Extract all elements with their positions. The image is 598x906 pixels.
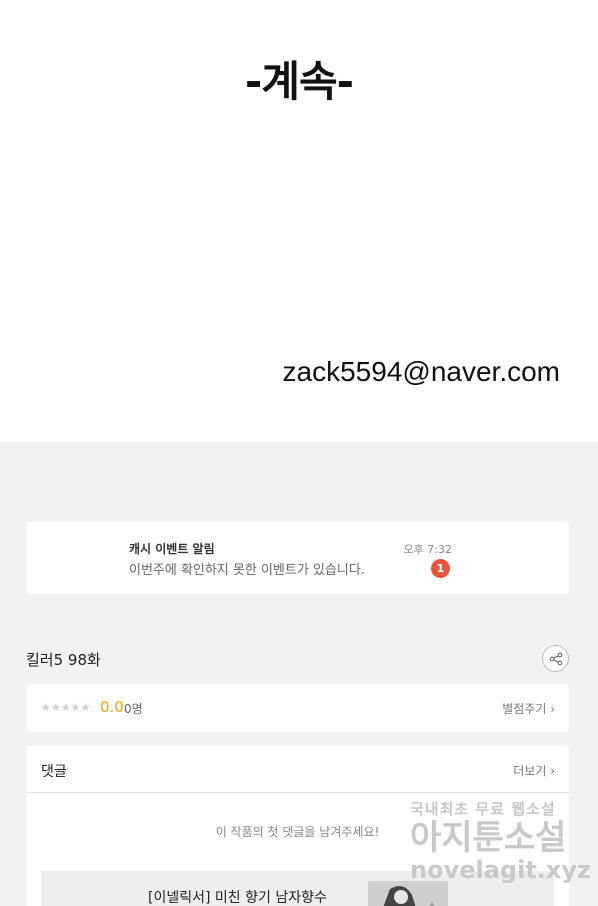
comments-more-link[interactable]: 더보기 ›: [513, 762, 555, 779]
notice-body: 이번주에 확인하지 못한 이벤트가 있습니다.: [129, 563, 365, 578]
watermark-line2: 아지툰소설: [410, 818, 567, 858]
ad-thumbnail-image: [368, 881, 448, 906]
rater-count: 0명: [124, 702, 143, 716]
watermark-line1: 국내최초 무료 웹소설: [410, 800, 556, 818]
rating-score: 0.0: [100, 698, 124, 716]
notice-title: 캐시 이벤트 알림: [129, 542, 215, 556]
notice-card[interactable]: 캐시 이벤트 알림 이번주에 확인하지 못한 이벤트가 있습니다. 오후 7:3…: [26, 522, 569, 594]
notice-badge: 1: [431, 559, 450, 578]
rating-stars: ★★★★★: [41, 701, 91, 714]
comic-email: zack5594@naver.com: [282, 356, 560, 387]
rate-button[interactable]: 별점주기 ›: [502, 700, 555, 717]
notice-time: 오후 7:32: [403, 543, 452, 556]
episode-title: 킬러5 98화: [26, 651, 101, 669]
ad-text: [이넬릭서] 미친 향기 남자향수: [148, 890, 327, 906]
watermark: 국내최초 무료 웹소설 아지툰소설 novelagit.xyz: [410, 798, 592, 884]
comments-title: 댓글: [41, 764, 67, 780]
watermark-line3: novelagit.xyz: [410, 856, 592, 884]
comic-end-text: -계속-: [244, 57, 354, 106]
rating-card: ★★★★★ 0.0 0명 별점주기 ›: [26, 684, 569, 732]
share-button[interactable]: [542, 645, 569, 672]
share-icon: [549, 652, 562, 665]
comic-panel: -계속- zack5594@naver.com: [0, 0, 598, 442]
comments-divider: [26, 792, 569, 793]
